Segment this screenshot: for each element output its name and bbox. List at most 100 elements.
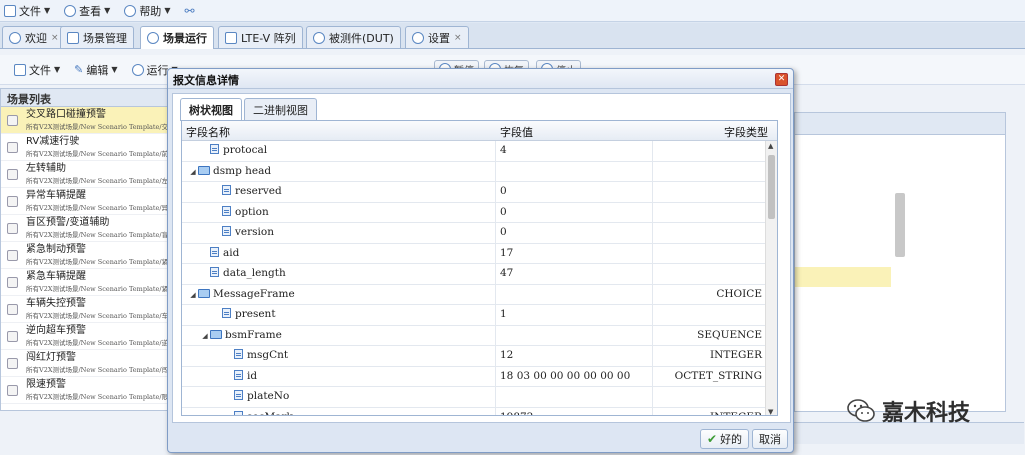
tab-lte-v-array[interactable]: LTE-V 阵列 <box>218 26 303 48</box>
checkbox[interactable] <box>7 223 18 234</box>
field-name-cell: version <box>182 223 496 243</box>
grid-icon <box>225 31 237 44</box>
menu-help[interactable]: 帮助 ▼ <box>124 3 170 19</box>
ok-button[interactable]: ✔ 好的 <box>700 429 750 449</box>
close-icon[interactable]: × <box>454 33 462 43</box>
table-row[interactable]: plateNo <box>182 387 767 408</box>
folder-icon <box>198 165 210 175</box>
scenario-list-item[interactable]: 紧急车辆提醒 所有V2X测试场景/New Scenario Template/紧急 <box>1 269 167 296</box>
expand-toggle-icon[interactable]: ◢ <box>200 332 210 340</box>
column-header-type[interactable]: 字段类型 <box>724 124 768 140</box>
window-icon <box>67 31 79 44</box>
checkbox[interactable] <box>7 115 18 126</box>
menu-file[interactable]: 文件 ▼ <box>4 3 50 19</box>
close-icon[interactable]: ✕ <box>775 73 788 86</box>
table-row[interactable]: data_length 47 <box>182 264 767 285</box>
table-row[interactable]: ◢ MessageFrame CHOICE <box>182 284 767 305</box>
scenario-list-item[interactable]: 盲区预警/变道辅助 所有V2X测试场景/New Scenario Template… <box>1 215 167 242</box>
scenario-name: 左转辅助 <box>26 163 66 174</box>
field-name-cell: reserved <box>182 182 496 202</box>
chevron-down-icon: ▼ <box>44 6 51 15</box>
tab-scenario-run[interactable]: 场景运行 <box>140 26 214 49</box>
expand-toggle-icon[interactable]: ◢ <box>188 168 198 176</box>
table-row[interactable]: present 1 <box>182 305 767 326</box>
table-row[interactable]: id 18 03 00 00 00 00 00 00 OCTET_STRING <box>182 366 767 387</box>
tab-scenario-management[interactable]: 场景管理 <box>60 26 134 48</box>
scrollbar-thumb[interactable] <box>895 193 905 257</box>
link-button[interactable]: ⚯ <box>184 4 194 18</box>
column-header-name[interactable]: 字段名称 <box>186 124 230 140</box>
table-row[interactable]: version 0 <box>182 223 767 244</box>
tab-settings[interactable]: 设置 × <box>405 26 469 48</box>
scenario-list-item[interactable]: 限速预警 所有V2X测试场景/New Scenario Template/限速 <box>1 377 167 404</box>
toolbar-file[interactable]: 文件 ▼ <box>14 62 60 78</box>
field-name-cell: ◢ MessageFrame <box>182 284 496 305</box>
gear-icon <box>412 31 424 44</box>
checkbox[interactable] <box>7 358 18 369</box>
scenario-list-item[interactable]: RV减速行驶 所有V2X测试场景/New Scenario Template/前方 <box>1 134 167 161</box>
scenario-path: 所有V2X测试场景/New Scenario Template/逆向 <box>26 339 167 347</box>
checkbox[interactable] <box>7 250 18 261</box>
checkbox[interactable] <box>7 385 18 396</box>
scenario-text: 盲区预警/变道辅助 所有V2X测试场景/New Scenario Template… <box>26 217 167 241</box>
scenario-list-item[interactable]: 车辆失控预警 所有V2X测试场景/New Scenario Template/车辆 <box>1 296 167 323</box>
scenario-path: 所有V2X测试场景/New Scenario Template/盲区 <box>26 231 167 239</box>
toolbar-edit[interactable]: ✎ 编辑 ▼ <box>74 62 117 78</box>
vertical-scrollbar[interactable]: ▲ ▼ <box>765 141 777 415</box>
field-value-cell: 0 <box>496 182 653 202</box>
scenario-list-item[interactable]: 紧急制动预警 所有V2X测试场景/New Scenario Template/紧急 <box>1 242 167 269</box>
table-row[interactable]: protocal 4 <box>182 141 767 162</box>
globe-icon <box>9 31 21 44</box>
table-row[interactable]: ◢ bsmFrame SEQUENCE <box>182 325 767 346</box>
table-row[interactable]: secMark 19872INTEGER <box>182 407 767 415</box>
tab-dut[interactable]: 被测件(DUT) <box>306 26 401 48</box>
field-value-cell <box>496 161 653 182</box>
wechat-logo-icon <box>847 399 875 422</box>
table-row[interactable]: option 0 <box>182 202 767 223</box>
field-value-cell <box>496 387 653 407</box>
checkbox[interactable] <box>7 304 18 315</box>
tab-tree-view[interactable]: 树状视图 <box>180 98 242 121</box>
column-header-value[interactable]: 字段值 <box>500 124 533 140</box>
scenario-list-item[interactable]: 闯红灯预警 所有V2X测试场景/New Scenario Template/闯红 <box>1 350 167 377</box>
tab-binary-view[interactable]: 二进制视图 <box>244 98 317 120</box>
scenario-name: 交叉路口碰撞预警 <box>26 109 106 120</box>
watermark: 嘉木科技 <box>846 395 970 427</box>
scenario-text: 车辆失控预警 所有V2X测试场景/New Scenario Template/车辆 <box>26 298 167 322</box>
checkbox[interactable] <box>7 331 18 342</box>
field-name: dsmp head <box>213 164 272 177</box>
table-row[interactable]: ◢ dsmp head <box>182 161 767 182</box>
scenario-list-item[interactable]: 异常车辆提醒 所有V2X测试场景/New Scenario Template/异常 <box>1 188 167 215</box>
checkbox[interactable] <box>7 277 18 288</box>
field-icon <box>210 144 219 154</box>
scenario-list-item[interactable]: 逆向超车预警 所有V2X测试场景/New Scenario Template/逆向 <box>1 323 167 350</box>
field-type-cell <box>653 387 767 407</box>
close-icon[interactable]: × <box>51 33 59 43</box>
checkbox[interactable] <box>7 196 18 207</box>
scenario-path: 所有V2X测试场景/New Scenario Template/车辆 <box>26 312 167 320</box>
play-icon <box>131 63 144 76</box>
scenario-text: 限速预警 所有V2X测试场景/New Scenario Template/限速 <box>26 379 167 403</box>
scroll-down-icon[interactable]: ▼ <box>768 408 773 415</box>
scenario-list-item[interactable]: 交叉路口碰撞预警 所有V2X测试场景/New Scenario Template/… <box>1 107 167 134</box>
field-type-cell: SEQUENCE <box>653 325 767 346</box>
table-row[interactable]: aid 17 <box>182 243 767 264</box>
scrollbar-thumb[interactable] <box>768 155 775 219</box>
table-row[interactable]: reserved 0 <box>182 182 767 203</box>
field-icon <box>210 267 219 277</box>
expand-toggle-icon[interactable]: ◢ <box>188 291 198 299</box>
table-row[interactable]: msgCnt 12 INTEGER <box>182 346 767 367</box>
message-detail-dialog: 报文信息详情 ✕ 树状视图 二进制视图 字段名称 字段值 字段类型 protoc… <box>167 68 794 453</box>
field-name-cell: secMark <box>182 407 496 415</box>
scenario-list-item[interactable]: 左转辅助 所有V2X测试场景/New Scenario Template/左转 <box>1 161 167 188</box>
scenario-text: 异常车辆提醒 所有V2X测试场景/New Scenario Template/异常 <box>26 190 167 214</box>
checkbox[interactable] <box>7 169 18 180</box>
field-type-cell <box>653 305 767 325</box>
checkbox[interactable] <box>7 142 18 153</box>
tab-welcome[interactable]: 欢迎 × <box>2 26 66 48</box>
cancel-button[interactable]: 取消 <box>752 429 788 449</box>
field-icon <box>210 246 219 257</box>
menu-view[interactable]: 查看 ▼ <box>64 3 110 19</box>
scroll-up-icon[interactable]: ▲ <box>768 142 773 150</box>
field-icon <box>234 349 243 359</box>
